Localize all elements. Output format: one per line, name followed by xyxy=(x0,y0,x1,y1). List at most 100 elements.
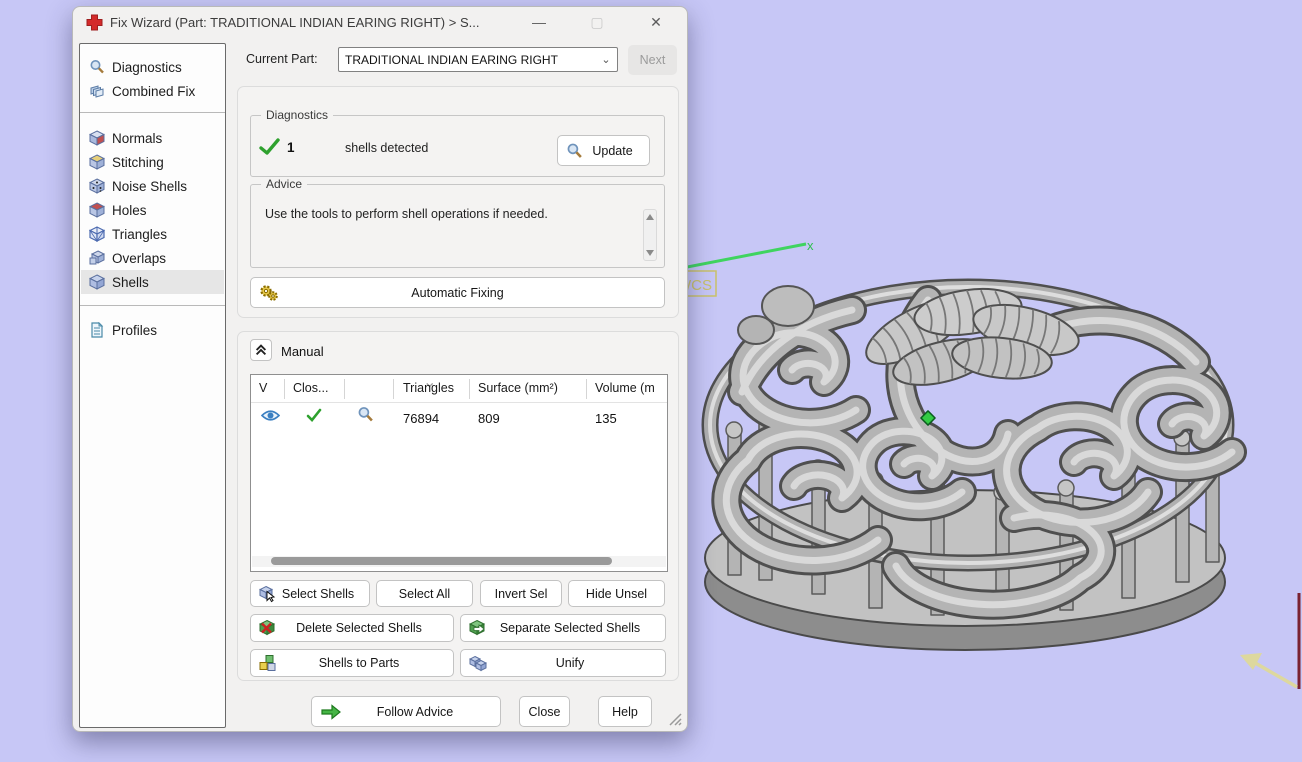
diagnostics-panel: Diagnostics 1 shells detected Update Adv… xyxy=(237,86,679,318)
cube-yellow-top-icon xyxy=(89,154,105,170)
magnifier-icon xyxy=(567,143,582,158)
scroll-up-icon[interactable] xyxy=(646,214,654,220)
chevron-down-icon: ⌄ xyxy=(601,54,611,66)
select-shells-label: Select Shells xyxy=(281,586,355,601)
shells-to-parts-label: Shells to Parts xyxy=(318,656,400,670)
sidebar-item-noise-shells[interactable]: Noise Shells xyxy=(81,174,224,198)
hscrollbar-thumb[interactable] xyxy=(271,557,612,565)
check-icon xyxy=(259,138,280,155)
update-label: Update xyxy=(592,143,633,158)
sidebar-item-normals[interactable]: Normals xyxy=(81,126,224,150)
separate-selected-label: Separate Selected Shells xyxy=(499,621,641,635)
diagnostics-message: shells detected xyxy=(345,141,429,155)
col-header-visible[interactable]: V xyxy=(259,381,267,395)
unify-cubes-icon xyxy=(469,655,487,672)
sidebar-item-stitching[interactable]: Stitching xyxy=(81,150,224,174)
current-part-dropdown[interactable]: TRADITIONAL INDIAN EARING RIGHT ⌄ xyxy=(338,47,618,72)
magnifier-icon xyxy=(90,60,104,74)
sidebar-label: Combined Fix xyxy=(112,83,196,99)
cell-triangles: 76894 xyxy=(403,411,440,426)
delete-cube-icon xyxy=(259,619,276,636)
wizard-sidebar: Diagnostics Combined Fix Normals Stitchi… xyxy=(79,43,226,728)
close-window-button[interactable]: ✕ xyxy=(636,9,676,35)
sidebar-item-profiles[interactable]: Profiles xyxy=(81,318,224,342)
sidebar-item-overlaps[interactable]: Overlaps xyxy=(81,246,224,270)
corner-axis-indicator xyxy=(1240,593,1301,689)
hide-unsel-button[interactable]: Hide Unsel xyxy=(568,580,665,607)
diagnostics-groupbox: Diagnostics 1 shells detected Update xyxy=(250,108,665,177)
cube-wireframe-icon xyxy=(89,226,105,242)
col-header-surface[interactable]: Surface (mm²) xyxy=(478,381,558,395)
table-hscrollbar[interactable] xyxy=(252,556,666,567)
cube-red-face-icon xyxy=(89,130,105,146)
sidebar-label: Triangles xyxy=(112,226,168,242)
follow-advice-label: Follow Advice xyxy=(376,704,454,719)
sidebar-item-shells[interactable]: Shells xyxy=(81,270,224,294)
col-header-closed[interactable]: Clos... xyxy=(293,381,328,395)
current-part-label: Current Part: xyxy=(246,52,318,66)
sidebar-label: Holes xyxy=(112,202,147,218)
dice-icon xyxy=(89,178,105,194)
sidebar-label: Overlaps xyxy=(112,250,167,266)
unify-label: Unify xyxy=(555,656,585,670)
sidebar-item-diagnostics[interactable]: Diagnostics xyxy=(81,55,224,79)
delete-selected-label: Delete Selected Shells xyxy=(296,621,422,635)
cubes-overlap-icon xyxy=(89,250,105,265)
sidebar-label: Noise Shells xyxy=(112,178,188,194)
model-earring xyxy=(701,278,1247,651)
eye-icon[interactable] xyxy=(261,409,280,422)
fix-wizard-dialog: Fix Wizard (Part: TRADITIONAL INDIAN EAR… xyxy=(72,6,688,732)
automatic-fixing-label: Automatic Fixing xyxy=(411,285,504,300)
cell-surface: 809 xyxy=(478,411,500,426)
separate-cube-icon xyxy=(469,619,486,636)
multi-cubes-icon xyxy=(259,655,276,671)
shells-table[interactable]: ⌄ V Clos... Triangles Surface (mm²) Volu… xyxy=(250,374,668,572)
advice-scrollbar[interactable] xyxy=(643,209,657,261)
help-button[interactable]: Help xyxy=(598,696,652,727)
manual-title: Manual xyxy=(281,344,324,359)
diagnostics-group-title: Diagnostics xyxy=(261,108,334,122)
update-button[interactable]: Update xyxy=(557,135,650,166)
col-header-triangles[interactable]: Triangles xyxy=(403,381,454,395)
cube-blue-icon xyxy=(89,274,105,290)
maximize-button[interactable]: ▢ xyxy=(577,9,617,35)
advice-groupbox: Advice Use the tools to perform shell op… xyxy=(250,177,665,268)
close-button[interactable]: Close xyxy=(519,696,570,727)
col-header-volume[interactable]: Volume (m xyxy=(595,381,655,395)
collapse-manual-button[interactable] xyxy=(250,339,272,361)
sidebar-separator xyxy=(80,112,225,113)
gears-icon xyxy=(260,284,278,301)
resize-grip[interactable] xyxy=(666,710,682,726)
sidebar-label: Profiles xyxy=(112,322,158,338)
shells-to-parts-button[interactable]: Shells to Parts xyxy=(250,649,454,677)
follow-advice-button[interactable]: Follow Advice xyxy=(311,696,501,727)
separate-selected-shells-button[interactable]: Separate Selected Shells xyxy=(460,614,666,642)
delete-selected-shells-button[interactable]: Delete Selected Shells xyxy=(250,614,454,642)
select-shells-button[interactable]: Select Shells xyxy=(250,580,370,607)
sidebar-item-triangles[interactable]: Triangles xyxy=(81,222,224,246)
next-button[interactable]: Next xyxy=(628,45,677,75)
advice-group-title: Advice xyxy=(261,177,308,191)
cube-red-top-icon xyxy=(89,202,105,218)
scroll-down-icon[interactable] xyxy=(646,250,654,256)
x-axis-label: x xyxy=(807,238,814,253)
sidebar-item-holes[interactable]: Holes xyxy=(81,198,224,222)
green-arrow-icon xyxy=(321,703,341,720)
select-cube-icon xyxy=(259,585,276,602)
automatic-fixing-button[interactable]: Automatic Fixing xyxy=(250,277,665,308)
closed-check-icon xyxy=(306,408,322,422)
select-all-button[interactable]: Select All xyxy=(376,580,473,607)
unify-button[interactable]: Unify xyxy=(460,649,666,677)
current-part-value: TRADITIONAL INDIAN EARING RIGHT xyxy=(345,52,558,67)
minimize-button[interactable]: — xyxy=(519,9,559,35)
cell-volume: 135 xyxy=(595,411,617,426)
zoom-to-shell-icon[interactable] xyxy=(357,406,374,423)
screen: x WCS Fix Wizard (Part: TRADITIONAL INDI… xyxy=(0,0,1302,762)
double-chevron-up-icon xyxy=(255,344,267,356)
app-cross-icon xyxy=(86,14,103,30)
invert-sel-button[interactable]: Invert Sel xyxy=(480,580,562,607)
sidebar-separator xyxy=(80,305,225,306)
sidebar-label: Normals xyxy=(112,130,163,146)
advice-text: Use the tools to perform shell operation… xyxy=(265,207,548,221)
sidebar-item-combined-fix[interactable]: Combined Fix xyxy=(81,79,224,103)
